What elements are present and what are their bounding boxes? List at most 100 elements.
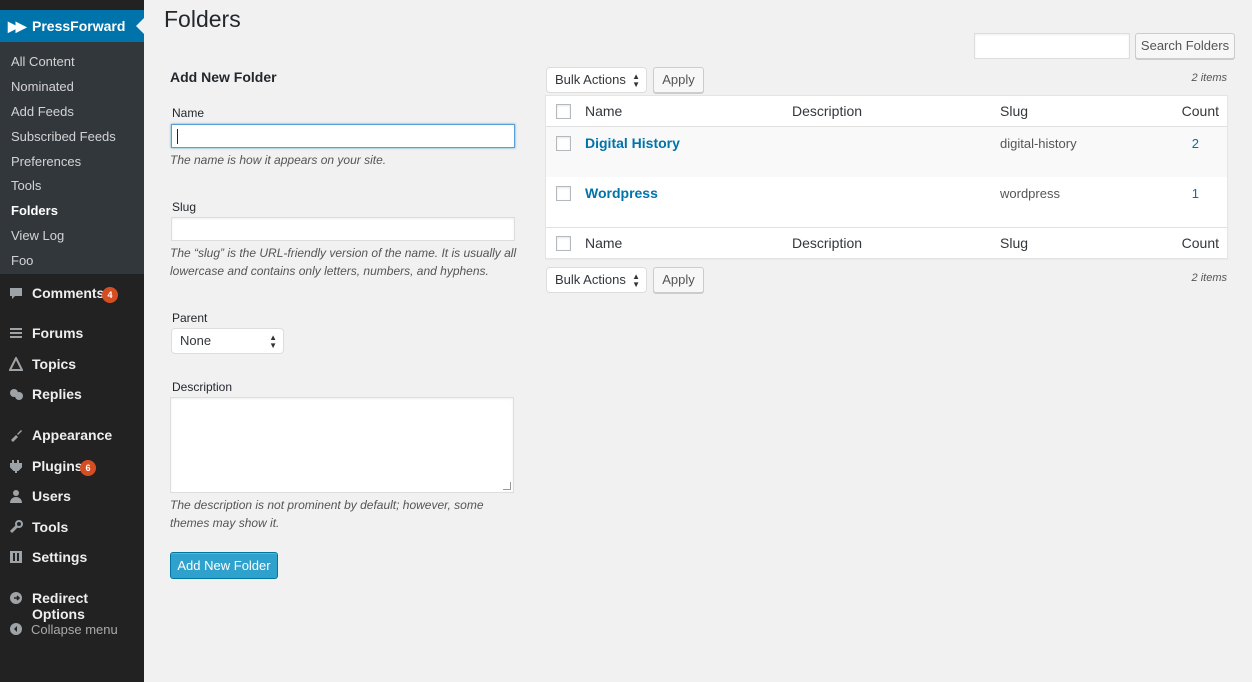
submenu-add-feeds[interactable]: Add Feeds: [11, 104, 74, 119]
sidebar-item-label: Settings: [32, 549, 88, 565]
topics-icon: [8, 355, 24, 371]
submenu-nominated[interactable]: Nominated: [11, 79, 74, 94]
pressforward-submenu: All Content Nominated Add Feeds Subscrib…: [0, 42, 144, 274]
row-checkbox[interactable]: [556, 186, 571, 201]
redirect-icon: [9, 591, 23, 605]
sidebar-item-topics[interactable]: Topics: [0, 350, 144, 380]
table-row: Wordpress wordpress 1: [546, 177, 1227, 227]
description-help-text: The description is not prominent by defa…: [170, 498, 484, 530]
bulk-actions-select-top[interactable]: Bulk Actions ▲ ▼: [546, 67, 647, 93]
sidebar-item-label: Forums: [32, 325, 84, 341]
sidebar-item-comments[interactable]: Comments 4: [0, 279, 144, 309]
folder-slug: digital-history: [1000, 136, 1077, 151]
resize-grip-icon[interactable]: [503, 482, 511, 490]
parent-label: Parent: [172, 311, 208, 325]
sidebar-item-label: Tools: [32, 519, 69, 535]
apply-button-bottom[interactable]: Apply: [653, 267, 704, 293]
add-new-folder-button[interactable]: Add New Folder: [170, 552, 278, 579]
name-field[interactable]: [171, 124, 515, 148]
row-checkbox[interactable]: [556, 136, 571, 151]
column-header-description[interactable]: Description: [792, 103, 862, 119]
column-footer-description[interactable]: Description: [792, 235, 862, 251]
add-folder-heading: Add New Folder: [170, 69, 277, 85]
bulk-actions-value: Bulk Actions: [555, 272, 626, 287]
settings-icon: [9, 550, 23, 564]
folder-name-link[interactable]: Wordpress: [585, 185, 658, 201]
text-caret: [177, 129, 178, 144]
folder-name-link[interactable]: Digital History: [585, 135, 680, 151]
sidebar-item-label: Appearance: [32, 427, 113, 443]
sidebar-item-replies[interactable]: Replies: [0, 380, 144, 410]
sidebar-item-users[interactable]: Users: [0, 482, 144, 512]
items-count-bottom: 2 items: [1191, 272, 1227, 284]
folder-slug: wordpress: [1000, 186, 1060, 201]
column-footer-name[interactable]: Name: [585, 235, 622, 251]
submenu-foo[interactable]: Foo: [11, 253, 33, 268]
bulk-actions-select-bottom[interactable]: Bulk Actions ▲ ▼: [546, 267, 647, 293]
sidebar-item-label: Users: [32, 488, 71, 504]
comments-count-badge: 4: [102, 287, 118, 303]
slug-label: Slug: [172, 200, 197, 214]
sidebar-item-label: Comments: [32, 285, 105, 301]
items-count-top: 2 items: [1191, 72, 1227, 84]
sidebar-item-label: Plugins: [32, 458, 83, 474]
collapse-menu-button[interactable]: Collapse menu: [0, 615, 144, 645]
page-title: Folders: [164, 6, 241, 32]
table-row: Digital History digital-history 2: [546, 127, 1227, 177]
sidebar-item-label: PressForward: [32, 18, 126, 34]
parent-select[interactable]: None ▲ ▼: [171, 328, 284, 354]
column-header-count[interactable]: Count: [1182, 103, 1219, 119]
sidebar-item-label: Replies: [32, 386, 82, 402]
slug-help-text: The “slug” is the URL-friendly version o…: [170, 246, 517, 278]
table-header: Name Description Slug Count: [546, 96, 1227, 127]
select-all-checkbox[interactable]: [556, 104, 571, 119]
slug-field[interactable]: [171, 217, 515, 241]
submenu-preferences[interactable]: Preferences: [11, 154, 81, 169]
select-arrows-icon: ▲ ▼: [632, 72, 640, 89]
select-all-checkbox-footer[interactable]: [556, 236, 571, 251]
description-textarea[interactable]: [170, 397, 514, 493]
sidebar-item-forums[interactable]: Forums: [0, 319, 144, 349]
current-menu-arrow: [136, 18, 144, 34]
submenu-subscribed-feeds[interactable]: Subscribed Feeds: [11, 129, 116, 144]
submenu-all-content[interactable]: All Content: [11, 54, 75, 69]
sidebar-item-tools[interactable]: Tools: [0, 513, 144, 543]
plugins-icon: [9, 459, 23, 473]
apply-button-top[interactable]: Apply: [653, 67, 704, 93]
sidebar-item-appearance[interactable]: Appearance: [0, 421, 144, 451]
bulk-actions-value: Bulk Actions: [555, 72, 626, 87]
sidebar-item-settings[interactable]: Settings: [0, 543, 144, 573]
select-arrows-icon: ▲ ▼: [269, 333, 277, 350]
appearance-icon: [9, 428, 23, 442]
folder-count-link[interactable]: 2: [1192, 136, 1199, 151]
parent-select-value: None: [180, 333, 212, 348]
folders-table: Name Description Slug Count Digital Hist…: [545, 95, 1228, 259]
sidebar-item-label: Topics: [32, 356, 77, 372]
column-header-name[interactable]: Name: [585, 103, 622, 119]
table-footer: Name Description Slug Count: [546, 227, 1227, 258]
users-icon: [9, 489, 23, 503]
comment-icon: [9, 286, 23, 300]
name-label: Name: [172, 106, 205, 120]
folder-count-link[interactable]: 1: [1192, 186, 1199, 201]
submenu-view-log[interactable]: View Log: [11, 228, 64, 243]
description-label: Description: [172, 380, 233, 394]
admin-sidebar: ▶▶ PressForward All Content Nominated Ad…: [0, 0, 144, 682]
replies-icon: [9, 387, 23, 401]
column-footer-count[interactable]: Count: [1182, 235, 1219, 251]
select-arrows-icon: ▲ ▼: [632, 272, 640, 289]
collapse-arrow-icon: [9, 622, 23, 636]
column-footer-slug[interactable]: Slug: [1000, 235, 1028, 251]
name-help-text: The name is how it appears on your site.: [170, 153, 387, 167]
search-folders-button[interactable]: Search Folders: [1135, 33, 1235, 59]
forums-icon: [9, 326, 23, 340]
search-input[interactable]: [974, 33, 1130, 59]
submenu-folders[interactable]: Folders: [11, 203, 58, 218]
tools-icon: [9, 520, 23, 534]
pressforward-icon: ▶▶: [8, 18, 26, 34]
sidebar-item-plugins[interactable]: Plugins 6: [0, 452, 144, 482]
sidebar-item-redirect-options[interactable]: Redirect Options: [0, 584, 144, 622]
submenu-tools[interactable]: Tools: [11, 178, 41, 193]
sidebar-item-pressforward[interactable]: ▶▶ PressForward: [0, 10, 144, 42]
column-header-slug[interactable]: Slug: [1000, 103, 1028, 119]
